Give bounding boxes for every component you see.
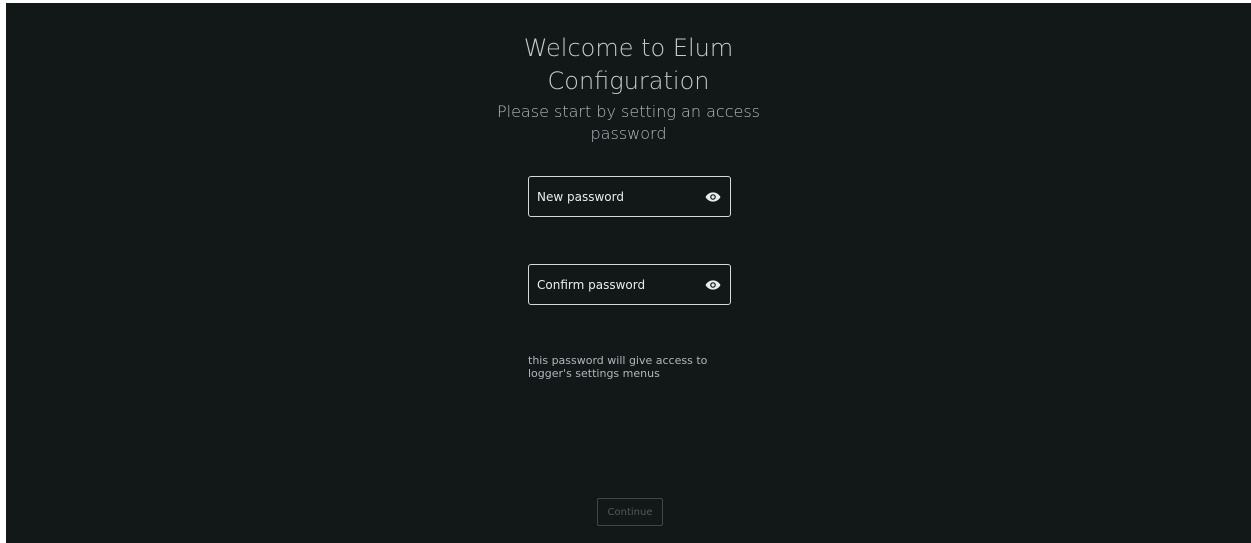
confirm-password-field — [528, 264, 731, 305]
continue-button[interactable]: Continue — [597, 498, 663, 526]
confirm-password-input[interactable] — [529, 265, 702, 304]
page-title-line-1: Welcome to Elum — [523, 34, 734, 62]
page-subtitle: Please start by setting an access passwo… — [6, 101, 1251, 145]
new-password-field — [528, 176, 731, 217]
page-title: Welcome to Elum Configuration — [6, 32, 1251, 98]
page-subtitle-line-2: password — [590, 124, 667, 143]
password-hint: this password will give access to logger… — [528, 354, 728, 380]
eye-icon[interactable] — [705, 278, 721, 292]
setup-screen: Welcome to Elum Configuration Please sta… — [6, 3, 1251, 543]
page-subtitle-line-1: Please start by setting an access — [496, 102, 760, 121]
page-title-line-2: Configuration — [547, 67, 710, 95]
new-password-input[interactable] — [529, 177, 702, 216]
eye-icon[interactable] — [705, 190, 721, 204]
password-hint-line-2: logger's settings menus — [528, 367, 660, 380]
password-hint-line-1: this password will give access to — [528, 354, 708, 367]
